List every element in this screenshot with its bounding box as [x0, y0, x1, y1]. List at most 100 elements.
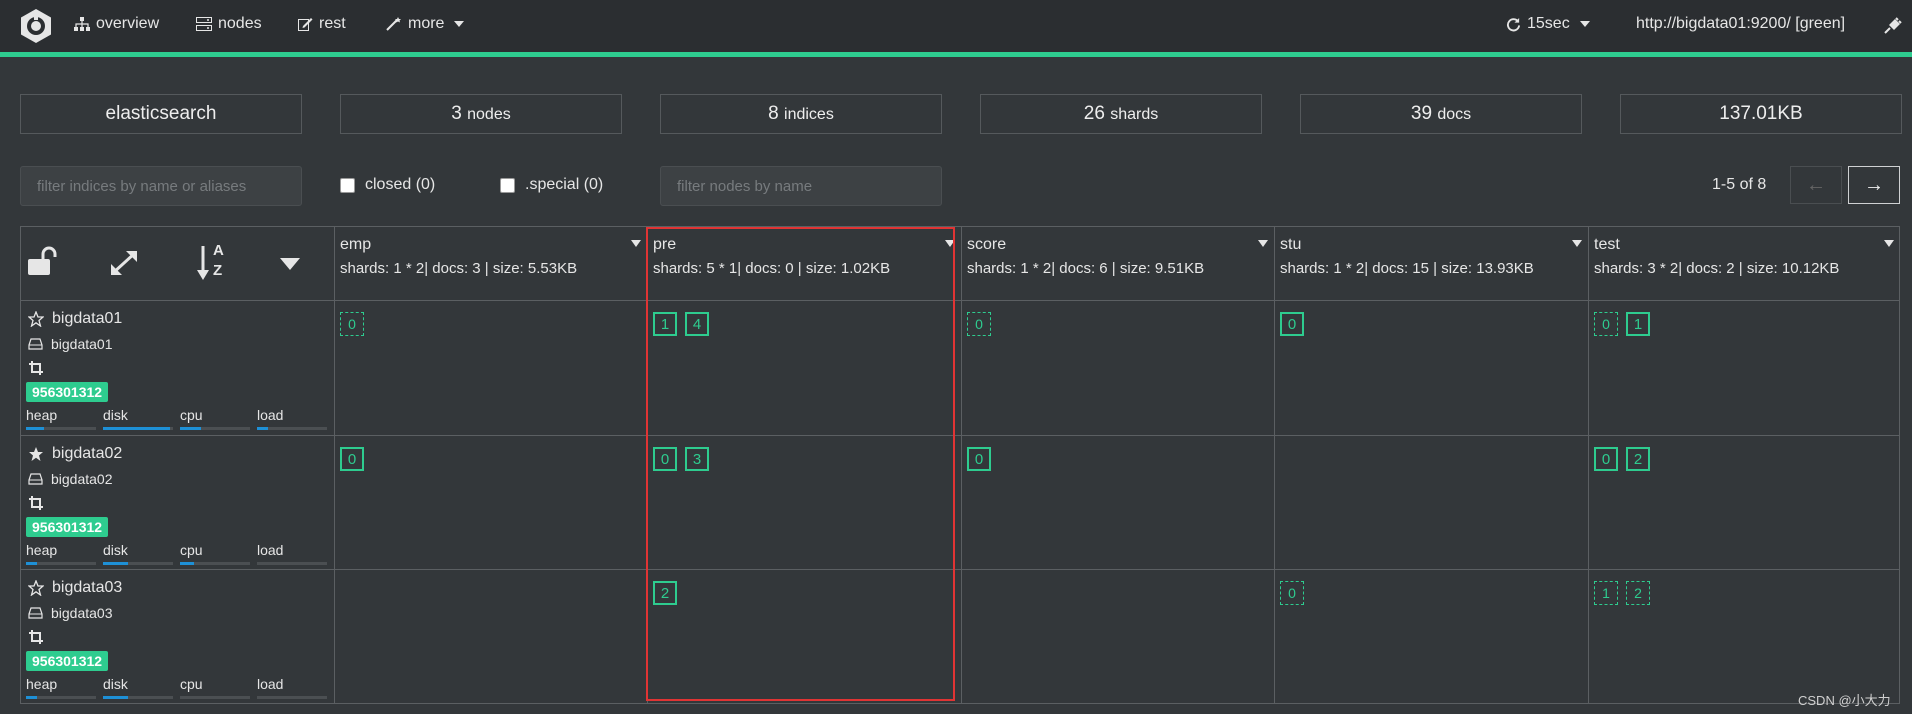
navbar-accent-line: [0, 52, 1912, 57]
checkbox-box[interactable]: [500, 177, 515, 193]
node-host: bigdata01: [28, 336, 113, 352]
node-name-bigdata02[interactable]: bigdata02: [28, 445, 122, 463]
index-menu-caret-icon[interactable]: [631, 240, 641, 247]
replica-shard[interactable]: 0: [1280, 581, 1304, 605]
grid-divider: [961, 226, 962, 704]
index-menu-caret-icon[interactable]: [1572, 240, 1582, 247]
sort-alpha-icon[interactable]: A Z: [196, 242, 232, 284]
hard-drive-icon: [28, 338, 43, 350]
magic-wand-icon: [386, 17, 401, 31]
replica-shard[interactable]: 0: [1594, 312, 1618, 336]
unlock-icon[interactable]: [26, 246, 58, 278]
star-outline-icon: [28, 311, 44, 327]
crop-icon: [29, 361, 43, 375]
metric-bar-load: [257, 696, 327, 699]
metric-bar-disk: [103, 562, 173, 565]
node-host-label: bigdata01: [51, 336, 113, 352]
docs-count: 39: [1410, 103, 1433, 124]
index-header-stu: stu shards: 1 * 2| docs: 15 | size: 13.93…: [1280, 236, 1534, 277]
shards-unit: shards: [1110, 106, 1159, 123]
metric-fill-heap: [26, 427, 44, 430]
filter-indices-input[interactable]: [20, 166, 302, 206]
refresh-interval-label: 15sec: [1527, 15, 1570, 32]
grid-divider: [334, 226, 335, 704]
node-name-label: bigdata02: [52, 445, 123, 462]
node-id-badge: 956301312: [26, 382, 109, 402]
index-name[interactable]: score: [967, 236, 1204, 254]
primary-shard[interactable]: 0: [1594, 447, 1618, 471]
nav-nodes[interactable]: nodes: [196, 15, 262, 33]
pagination-next-button[interactable]: →: [1848, 166, 1900, 204]
primary-shard[interactable]: 0: [1280, 312, 1304, 336]
sitemap-icon: [74, 17, 90, 31]
plug-icon[interactable]: [1884, 17, 1902, 35]
metric-bar-load: [257, 427, 327, 430]
cluster-name-stat: elasticsearch: [20, 94, 302, 134]
metric-label-cpu: cpu: [180, 542, 203, 558]
metric-label-load: load: [257, 676, 284, 692]
metric-bar-heap: [26, 696, 96, 699]
metric-label-disk: disk: [103, 542, 128, 558]
metric-fill-disk: [103, 427, 170, 430]
replica-shard[interactable]: 0: [340, 312, 364, 336]
cluster-connection-url[interactable]: http://bigdata01:9200/ [green]: [1636, 15, 1845, 33]
indices-count: 8: [768, 103, 779, 124]
elasticsearch-head-logo-icon[interactable]: [18, 8, 54, 44]
node-host: bigdata02: [28, 471, 113, 487]
pagination-prev-button[interactable]: ←: [1790, 166, 1842, 204]
primary-shard[interactable]: 1: [1626, 312, 1650, 336]
hard-drive-icon: [28, 473, 43, 485]
primary-shard[interactable]: 0: [340, 447, 364, 471]
metric-bar-heap: [26, 562, 96, 565]
crop-icon: [29, 496, 43, 510]
star-filled-icon: [29, 447, 43, 461]
grid-divider: [1588, 226, 1589, 704]
metric-fill-disk: [103, 562, 128, 565]
indices-stat: 8 indices: [660, 94, 942, 134]
expand-icon[interactable]: [108, 248, 140, 278]
metric-label-load: load: [257, 407, 284, 423]
nodes-unit: nodes: [467, 106, 511, 123]
metric-fill-load: [257, 427, 268, 430]
pagination-info: 1-5 of 8: [1712, 176, 1767, 193]
index-name[interactable]: emp: [340, 236, 577, 254]
filter-nodes-input[interactable]: [660, 166, 942, 206]
refresh-icon: [1507, 17, 1521, 31]
node-host: bigdata03: [28, 605, 113, 621]
indices-unit: indices: [784, 106, 834, 123]
metric-bar-cpu: [180, 427, 250, 430]
index-menu-caret-icon[interactable]: [1884, 240, 1894, 247]
replica-shard[interactable]: 0: [967, 312, 991, 336]
nav-rest[interactable]: rest: [298, 15, 346, 33]
node-name-label: bigdata01: [52, 310, 123, 327]
metric-fill-disk: [103, 696, 128, 699]
nav-overview[interactable]: overview: [74, 15, 159, 33]
node-id-badge: 956301312: [26, 517, 109, 537]
replica-shard[interactable]: 2: [1626, 581, 1650, 605]
node-name-bigdata03[interactable]: bigdata03: [28, 579, 122, 597]
index-menu-caret-icon[interactable]: [1258, 240, 1268, 247]
checkbox-box[interactable]: [340, 177, 355, 193]
index-name[interactable]: test: [1594, 236, 1839, 254]
top-navbar: overview nodes rest more 15sec http://bi…: [0, 0, 1912, 52]
shards-count: 26: [1083, 103, 1105, 124]
closed-indices-checkbox[interactable]: closed (0): [340, 176, 435, 194]
node-roles-icon: [29, 496, 43, 514]
index-name[interactable]: stu: [1280, 236, 1534, 254]
node-roles-icon: [29, 361, 43, 379]
arrow-down-icon: [197, 246, 209, 280]
special-indices-checkbox[interactable]: .special (0): [500, 176, 603, 194]
refresh-interval-dropdown[interactable]: 15sec: [1506, 15, 1590, 33]
metric-label-disk: disk: [103, 676, 128, 692]
nodes-count: 3: [451, 103, 462, 124]
node-id-badge: 956301312: [26, 651, 109, 671]
primary-shard[interactable]: 2: [1626, 447, 1650, 471]
index-header-score: score shards: 1 * 2| docs: 6 | size: 9.51…: [967, 236, 1204, 277]
caret-down-icon[interactable]: [280, 258, 300, 270]
grid-divider: [1274, 226, 1275, 704]
replica-shard[interactable]: 1: [1594, 581, 1618, 605]
index-header-emp: emp shards: 1 * 2| docs: 3 | size: 5.53KB: [340, 236, 577, 277]
nav-more-dropdown[interactable]: more: [386, 15, 465, 33]
node-name-bigdata01[interactable]: bigdata01: [28, 310, 122, 328]
primary-shard[interactable]: 0: [967, 447, 991, 471]
